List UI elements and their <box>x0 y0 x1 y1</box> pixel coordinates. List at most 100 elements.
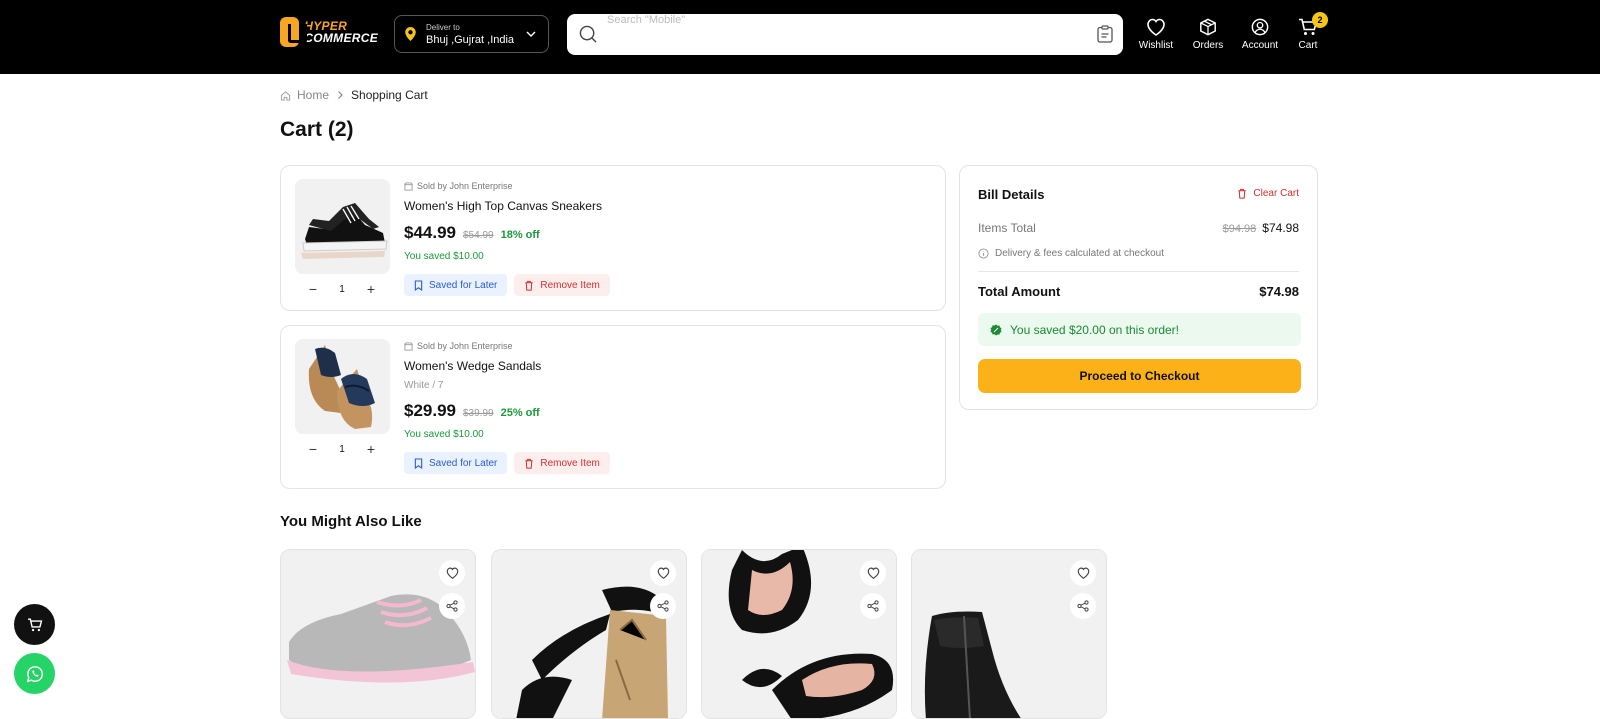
logo[interactable]: HYPER COMMERCE <box>280 16 378 48</box>
bookmark-icon <box>414 457 423 469</box>
price-row: $29.99 $39.99 25% off <box>404 401 540 421</box>
discount-badge: 18% off <box>500 229 540 241</box>
nav-wishlist[interactable]: Wishlist <box>1130 18 1182 51</box>
logo-text: HYPER COMMERCE <box>304 20 378 44</box>
share-icon <box>867 600 879 612</box>
heart-icon <box>867 567 879 579</box>
remove-item-label: Remove Item <box>540 279 600 291</box>
box-icon <box>1200 18 1216 36</box>
item-savings: You saved $10.00 <box>404 429 484 440</box>
clear-cart-label: Clear Cart <box>1253 188 1299 199</box>
items-total-amount: $74.98 <box>1262 221 1299 235</box>
product-name[interactable]: Women's High Top Canvas Sneakers <box>404 199 602 213</box>
clear-cart-button[interactable]: Clear Cart <box>1237 188 1299 199</box>
product-card[interactable] <box>911 549 1107 719</box>
deliver-location: Bhuj ,Gujrat ,India <box>426 33 515 46</box>
cart-item: − 1 + Sold by John Enterprise Women's Hi… <box>280 165 946 311</box>
remove-item-button[interactable]: Remove Item <box>514 274 610 296</box>
add-to-wishlist-button[interactable] <box>650 560 676 586</box>
seller-name: Sold by John Enterprise <box>417 181 513 191</box>
cart-count-badge: 2 <box>1312 12 1328 28</box>
deliver-to-selector[interactable]: Deliver to Bhuj ,Gujrat ,India <box>394 15 549 53</box>
cart-icon <box>27 617 42 631</box>
floating-cart-button[interactable] <box>14 604 55 645</box>
add-to-wishlist-button[interactable] <box>439 560 465 586</box>
logo-line-2: COMMERCE <box>304 31 378 45</box>
product-card[interactable] <box>701 549 897 719</box>
total-amount-label: Total Amount <box>978 284 1061 299</box>
heart-icon <box>657 567 669 579</box>
trash-icon <box>1238 188 1247 199</box>
quantity-value: 1 <box>339 283 345 295</box>
product-card[interactable] <box>491 549 687 719</box>
breadcrumb-home[interactable]: Home <box>297 88 329 102</box>
delivery-note: Delivery & fees calculated at checkout <box>978 248 1164 259</box>
discount-badge: 25% off <box>500 407 540 419</box>
quantity-stepper: − 1 + <box>303 279 381 299</box>
store-icon <box>404 181 413 191</box>
deliver-label: Deliver to <box>426 22 460 32</box>
nav-wishlist-label: Wishlist <box>1138 40 1174 51</box>
search-bar[interactable]: Search "Mobile" <box>567 14 1123 55</box>
top-navigation-bar: HYPER COMMERCE Deliver to Bhuj ,Gujrat ,… <box>0 0 1600 74</box>
save-for-later-label: Saved for Later <box>429 279 498 291</box>
product-variant: White / 7 <box>404 380 444 391</box>
share-button[interactable] <box>650 593 676 619</box>
remove-item-button[interactable]: Remove Item <box>514 452 610 474</box>
order-savings-text: You saved $20.00 on this order! <box>1010 322 1180 337</box>
quantity-stepper: − 1 + <box>303 439 381 459</box>
original-price: $39.99 <box>463 408 494 419</box>
heart-icon <box>1077 567 1089 579</box>
product-name[interactable]: Women's Wedge Sandals <box>404 359 541 373</box>
heart-icon <box>446 567 458 579</box>
product-price: $29.99 <box>404 401 456 420</box>
store-icon <box>404 341 413 351</box>
seller-info: Sold by John Enterprise <box>404 181 513 191</box>
search-icon <box>579 25 597 43</box>
quantity-value: 1 <box>339 443 345 455</box>
product-card[interactable] <box>280 549 476 719</box>
share-button[interactable] <box>860 593 886 619</box>
increase-qty-button[interactable]: + <box>361 279 381 299</box>
trash-icon <box>525 280 534 291</box>
seller-name: Sold by John Enterprise <box>417 341 513 351</box>
nav-orders[interactable]: Orders <box>1182 18 1234 51</box>
add-to-wishlist-button[interactable] <box>860 560 886 586</box>
recommendations-title: You Might Also Like <box>280 513 422 530</box>
add-to-wishlist-button[interactable] <box>1070 560 1096 586</box>
product-price: $44.99 <box>404 223 456 242</box>
share-icon <box>1077 600 1089 612</box>
deliver-text: Deliver to Bhuj ,Gujrat ,India <box>426 23 514 46</box>
share-icon <box>446 600 458 612</box>
increase-qty-button[interactable]: + <box>361 439 381 459</box>
product-image[interactable] <box>295 179 390 274</box>
decrease-qty-button[interactable]: − <box>303 439 323 459</box>
price-row: $44.99 $54.99 18% off <box>404 223 540 243</box>
nav-account-label: Account <box>1241 40 1279 51</box>
trash-icon <box>525 458 534 469</box>
nav-account[interactable]: Account <box>1234 18 1286 51</box>
page-title: Cart (2) <box>280 118 354 141</box>
item-actions: Saved for Later Remove Item <box>404 452 610 474</box>
logo-mark-icon <box>280 17 308 47</box>
nav-orders-label: Orders <box>1192 40 1224 51</box>
bookmark-icon <box>414 279 423 291</box>
nav-cart[interactable]: Cart 2 <box>1282 12 1334 51</box>
whatsapp-button[interactable] <box>14 653 55 694</box>
search-placeholder: Search "Mobile" <box>607 14 686 26</box>
total-amount-value: $74.98 <box>1259 284 1299 299</box>
sandal-image <box>295 339 390 434</box>
product-image[interactable] <box>295 339 390 434</box>
save-for-later-button[interactable]: Saved for Later <box>404 452 508 474</box>
decrease-qty-button[interactable]: − <box>303 279 323 299</box>
cart-item: − 1 + Sold by John Enterprise Women's We… <box>280 325 946 489</box>
breadcrumb-current: Shopping Cart <box>351 88 428 102</box>
share-button[interactable] <box>439 593 465 619</box>
save-for-later-button[interactable]: Saved for Later <box>404 274 508 296</box>
share-button[interactable] <box>1070 593 1096 619</box>
proceed-to-checkout-button[interactable]: Proceed to Checkout <box>978 359 1301 393</box>
delivery-note-text: Delivery & fees calculated at checkout <box>995 248 1164 259</box>
info-icon <box>978 248 989 259</box>
user-icon <box>1251 18 1269 36</box>
clipboard-icon[interactable] <box>1097 25 1113 43</box>
